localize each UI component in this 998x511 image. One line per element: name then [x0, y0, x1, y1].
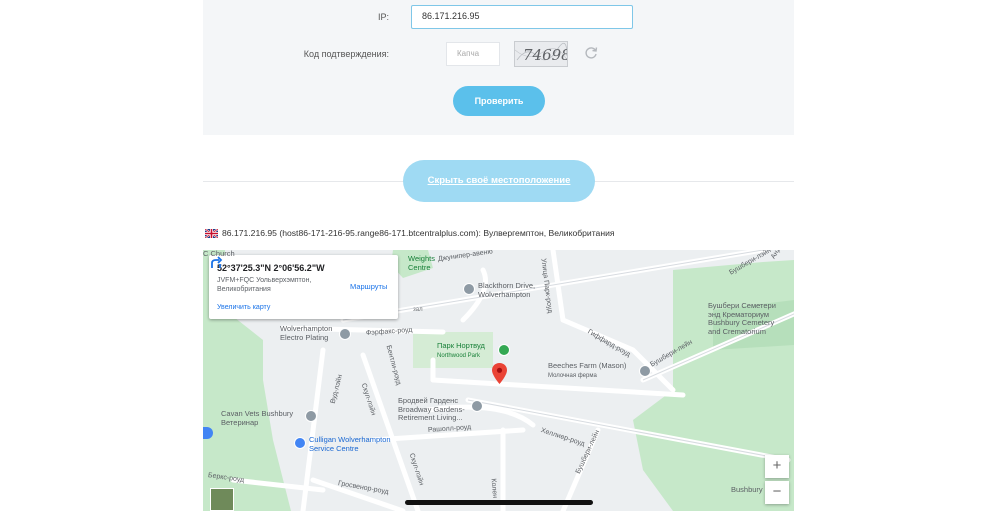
poi-park	[498, 344, 510, 356]
enlarge-map-link[interactable]: Увеличить карту	[217, 304, 270, 311]
map-label-weights: Weights Centre	[408, 254, 435, 272]
map-pin-icon[interactable]	[492, 363, 507, 384]
poi-culligan	[294, 437, 306, 449]
zoom-in-button[interactable]: +	[765, 455, 789, 478]
map-label-cavan: Cavan Vets Bushbury Ветеринар	[221, 409, 294, 427]
address-text: JVFM+FQC Уольверхэмптон, Великобритания	[217, 277, 312, 293]
captcha-noise: 74698	[514, 42, 571, 64]
poi-blackthorn	[463, 283, 475, 295]
map-label-bushbury: Bushbury	[731, 485, 763, 494]
refresh-icon[interactable]	[583, 45, 599, 61]
captcha-text: 74698	[523, 46, 567, 64]
poi-beeches	[639, 365, 651, 377]
satellite-thumbnail[interactable]	[210, 488, 234, 511]
captcha-input[interactable]: Капча	[446, 42, 500, 66]
uk-flag-icon	[205, 229, 218, 238]
poi-cavan-vets	[305, 410, 317, 422]
map-label-broadway: Бродвей Гарденс Broadway Gardens- Retireme…	[398, 396, 465, 423]
map-label-park: Парк Нортвуд Northwood Park	[437, 341, 485, 359]
map-label-beeches: Beeches Farm (Mason) Молочная ферма	[548, 361, 627, 379]
ip-label: IP:	[377, 12, 389, 22]
captcha-label: Код подтверждения:	[303, 49, 389, 59]
map-label-bushbury-cemetery: Бушбери Семетери энд Крематориум Bushbury …	[708, 301, 776, 336]
zoom-out-button[interactable]: −	[765, 481, 789, 504]
check-button[interactable]: Проверить	[453, 86, 545, 116]
host-info-text: 86.171.216.95 (host86-171-216-95.range86…	[222, 228, 615, 238]
location-infobox: 52°37'25.3"N 2°06'56.2"W JVFM+FQC Уольве…	[209, 255, 398, 319]
map-label-electro: Wolverhampton Electro Plating	[280, 324, 333, 342]
map-label-church: C Church	[203, 250, 235, 258]
map-label-zal: зал	[413, 307, 423, 313]
hide-location-button[interactable]: Скрыть своё местоположение	[403, 160, 595, 202]
map-label-culligan: Culligan Wolverhampton Service Centre	[309, 435, 391, 453]
ip-input[interactable]: 86.171.216.95	[411, 5, 633, 29]
map-label-blackthorn: Blackthorn Drive, Wolverhampton	[478, 281, 536, 299]
home-indicator	[405, 500, 593, 505]
poi-broadway	[471, 400, 483, 412]
captcha-image: 74698	[514, 41, 571, 67]
map-view[interactable]: 52°37'25.3"N 2°06'56.2"W JVFM+FQC Уольве…	[203, 250, 794, 511]
poi-electro-plating	[339, 328, 351, 340]
routes-link[interactable]: Маршруты	[350, 282, 387, 291]
coordinates-text: 52°37'25.3"N 2°06'56.2"W	[217, 263, 325, 273]
